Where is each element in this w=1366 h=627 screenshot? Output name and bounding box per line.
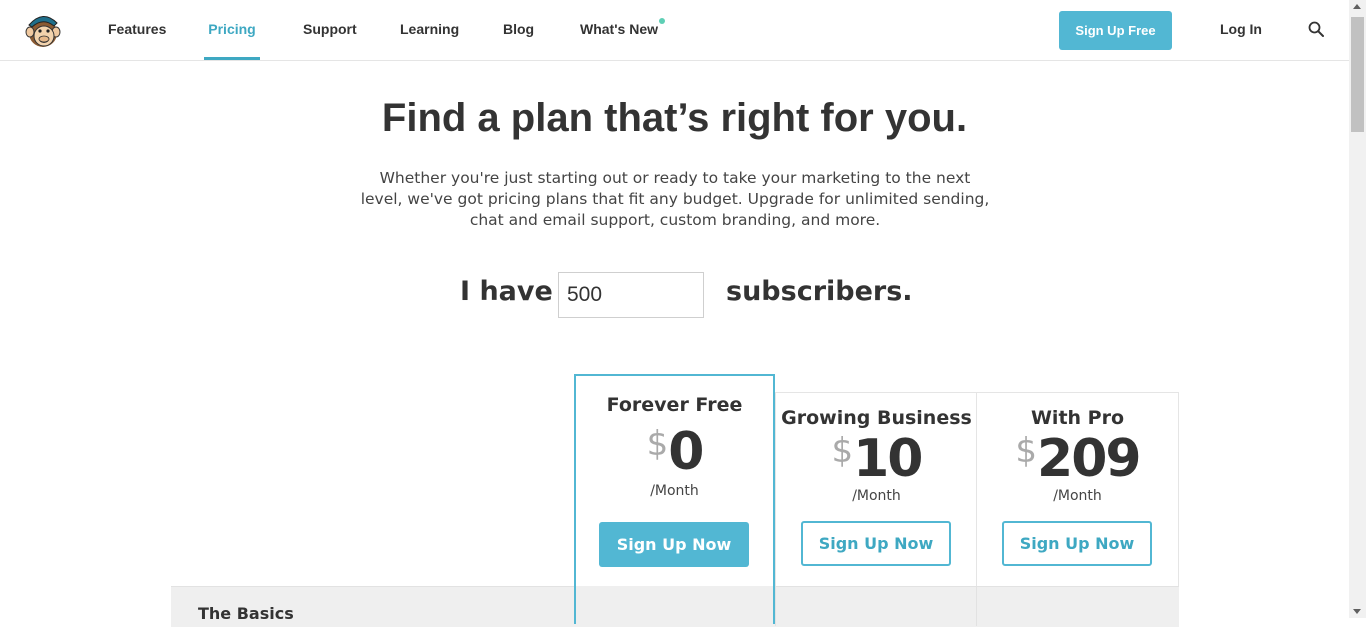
subscriber-count-row: I have subscribers. <box>0 272 1349 318</box>
plan-name: With Pro <box>1030 407 1125 429</box>
billing-period: /Month <box>852 488 901 504</box>
page-scrollbar[interactable] <box>1349 0 1366 618</box>
feature-section-title: The Basics <box>198 604 294 623</box>
site-header: Features Pricing Support Learning Blog W… <box>0 0 1349 61</box>
new-indicator-dot <box>659 18 665 24</box>
scroll-up-arrow-icon[interactable] <box>1353 4 1361 9</box>
nav-features[interactable]: Features <box>108 0 166 60</box>
plan-price: $10 <box>776 429 977 489</box>
plan-price: $0 <box>576 422 773 482</box>
price-amount: 209 <box>1037 429 1142 489</box>
hero-description: Whether you're just starting out or read… <box>360 169 990 229</box>
subscriber-prefix-label: I have <box>460 276 553 307</box>
billing-period: /Month <box>1053 488 1102 504</box>
plan-name: Forever Free <box>606 394 743 416</box>
log-in-link[interactable]: Log In <box>1220 0 1262 59</box>
column-divider <box>775 586 776 626</box>
subscriber-suffix-label: subscribers. <box>726 276 913 307</box>
sign-up-now-button-free[interactable]: Sign Up Now <box>599 522 749 567</box>
price-amount: 0 <box>668 422 704 482</box>
currency-symbol: $ <box>831 431 854 471</box>
scroll-thumb[interactable] <box>1351 17 1364 132</box>
column-divider <box>976 586 977 626</box>
nav-support[interactable]: Support <box>303 0 357 60</box>
plan-name: Growing Business <box>781 407 972 429</box>
currency-symbol: $ <box>1015 431 1038 471</box>
nav-learning[interactable]: Learning <box>400 0 459 60</box>
mailchimp-logo-icon[interactable] <box>24 11 62 49</box>
nav-blog[interactable]: Blog <box>503 0 534 60</box>
nav-pricing[interactable]: Pricing <box>204 0 260 60</box>
plan-price: $209 <box>977 429 1178 489</box>
sign-up-free-button[interactable]: Sign Up Free <box>1059 11 1172 50</box>
billing-period: /Month <box>650 483 699 499</box>
price-amount: 10 <box>853 429 923 489</box>
sign-up-now-button-pro[interactable]: Sign Up Now <box>1002 521 1152 566</box>
search-icon[interactable] <box>1308 21 1324 37</box>
nav-whats-new[interactable]: What's New <box>580 0 658 60</box>
page-title: Find a plan that’s right for you. <box>381 96 968 140</box>
free-column-band <box>576 586 773 626</box>
sign-up-now-button-growing[interactable]: Sign Up Now <box>801 521 951 566</box>
currency-symbol: $ <box>646 424 669 464</box>
scroll-down-arrow-icon[interactable] <box>1353 609 1361 614</box>
subscriber-count-input[interactable] <box>558 272 704 318</box>
